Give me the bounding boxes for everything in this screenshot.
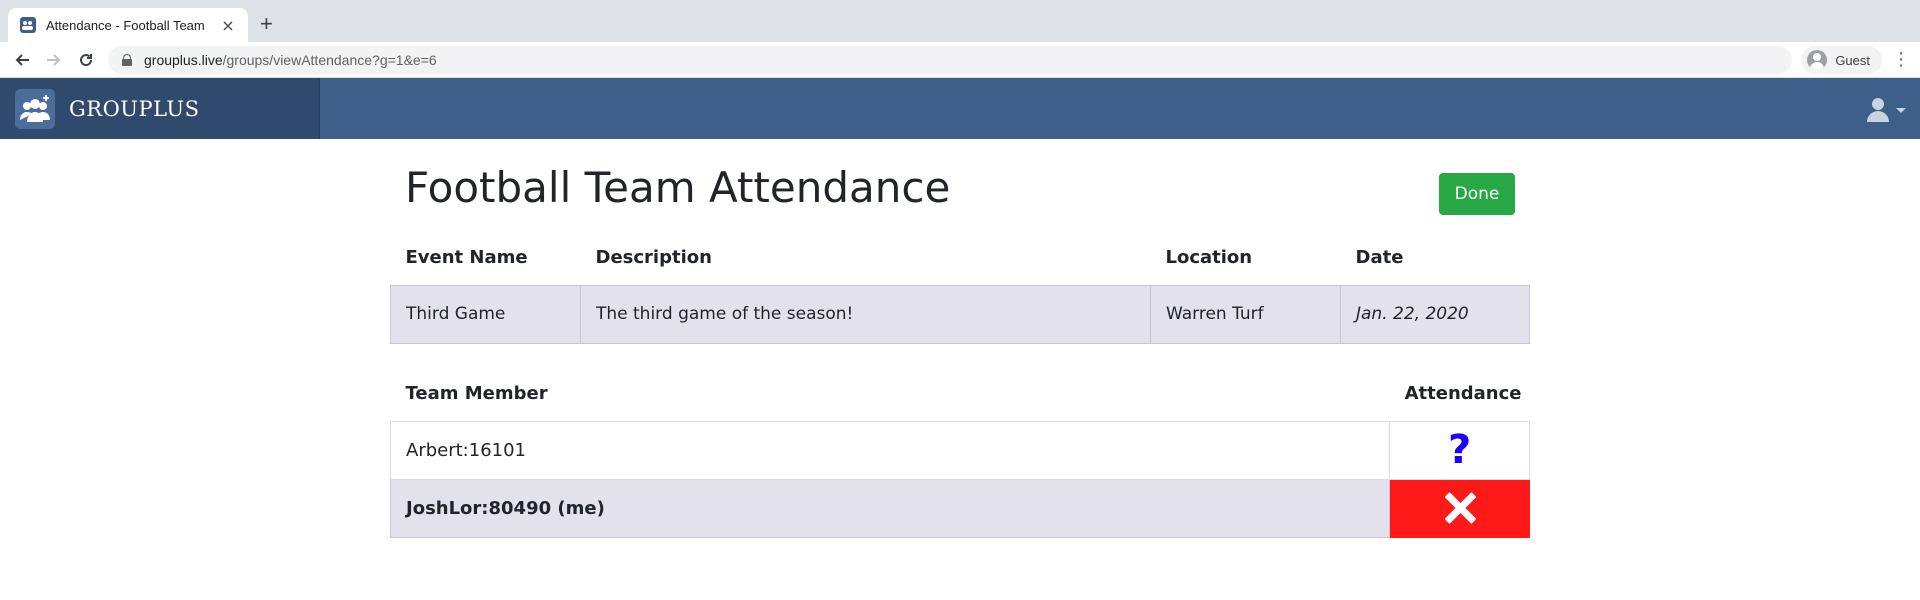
event-description: The third game of the season! xyxy=(580,284,1151,344)
brand-name: GROUPLUS xyxy=(69,96,200,121)
attendance-toggle[interactable]: ? xyxy=(1389,420,1530,480)
event-name-header: Event Name xyxy=(405,247,528,269)
event-location: Warren Turf xyxy=(1150,284,1341,344)
reload-icon[interactable] xyxy=(72,46,100,74)
brand[interactable]: GROUPLUS xyxy=(0,78,320,139)
table-row: Arbert:16101 ? xyxy=(389,420,1530,480)
x-icon xyxy=(1444,492,1476,524)
favicon-icon xyxy=(20,17,36,33)
event-table: Event Name Description Location Date Thi… xyxy=(390,231,1530,344)
member-name: JoshLor:80490 (me) xyxy=(389,478,1391,538)
location-header: Location xyxy=(1165,247,1253,269)
user-menu[interactable] xyxy=(1866,98,1906,122)
event-row: Third Game The third game of the season!… xyxy=(390,284,1530,344)
members-table: Team Member Attendance Arbert:16101 ? Jo… xyxy=(389,367,1530,538)
profile-button[interactable]: Guest xyxy=(1801,46,1882,74)
url-path: /groups/viewAttendance?g=1&e=6 xyxy=(222,52,437,68)
browser-toolbar: grouplus.live/groups/viewAttendance?g=1&… xyxy=(0,42,1920,78)
question-icon: ? xyxy=(1447,427,1472,473)
attendance-header: Attendance xyxy=(1404,383,1522,405)
event-name: Third Game xyxy=(390,284,581,344)
group-icon xyxy=(15,88,55,129)
address-bar[interactable]: grouplus.live/groups/viewAttendance?g=1&… xyxy=(108,46,1792,74)
date-header: Date xyxy=(1355,247,1404,269)
description-header: Description xyxy=(595,247,712,269)
forward-arrow-icon[interactable] xyxy=(40,46,68,74)
back-arrow-icon[interactable] xyxy=(8,46,36,74)
browser-menu-icon[interactable]: ⋮ xyxy=(1892,50,1910,70)
event-date: Jan. 22, 2020 xyxy=(1340,284,1530,344)
profile-icon xyxy=(1807,50,1828,70)
caret-down-icon xyxy=(1896,107,1906,113)
lock-icon[interactable] xyxy=(122,54,132,66)
table-row: JoshLor:80490 (me) xyxy=(389,478,1530,538)
member-name: Arbert:16101 xyxy=(389,420,1391,480)
app-navbar: GROUPLUS xyxy=(0,78,1920,139)
browser-tab[interactable]: Attendance - Football Team × xyxy=(8,8,248,42)
user-icon xyxy=(1866,98,1890,122)
attendance-toggle[interactable] xyxy=(1389,478,1530,538)
url-host: grouplus.live xyxy=(144,52,223,68)
tab-close-icon[interactable]: × xyxy=(220,16,236,35)
browser-tabstrip: Attendance - Football Team × + xyxy=(0,0,1920,42)
new-tab-button[interactable]: + xyxy=(260,12,273,36)
team-member-header: Team Member xyxy=(405,383,548,405)
tab-title: Attendance - Football Team xyxy=(46,17,205,33)
page-title: Football Team Attendance xyxy=(405,163,951,212)
done-button[interactable]: Done xyxy=(1439,173,1515,215)
profile-label: Guest xyxy=(1835,52,1870,68)
